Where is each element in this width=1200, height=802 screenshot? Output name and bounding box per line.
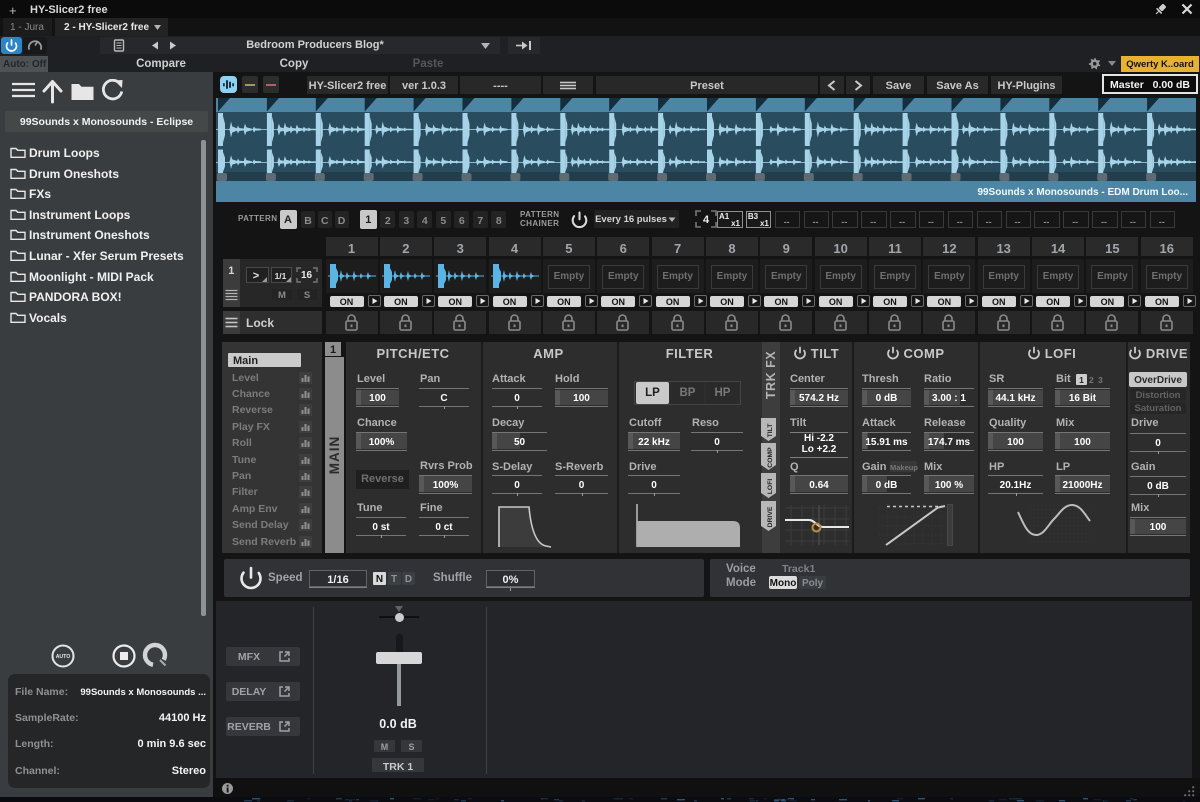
svg-text:COMP: COMP: [767, 447, 774, 468]
svg-text:DRIVE: DRIVE: [767, 506, 774, 527]
svg-text:TILT: TILT: [767, 423, 774, 438]
svg-text:AUTO: AUTO: [56, 654, 71, 660]
svg-text:LOFI: LOFI: [767, 479, 774, 495]
